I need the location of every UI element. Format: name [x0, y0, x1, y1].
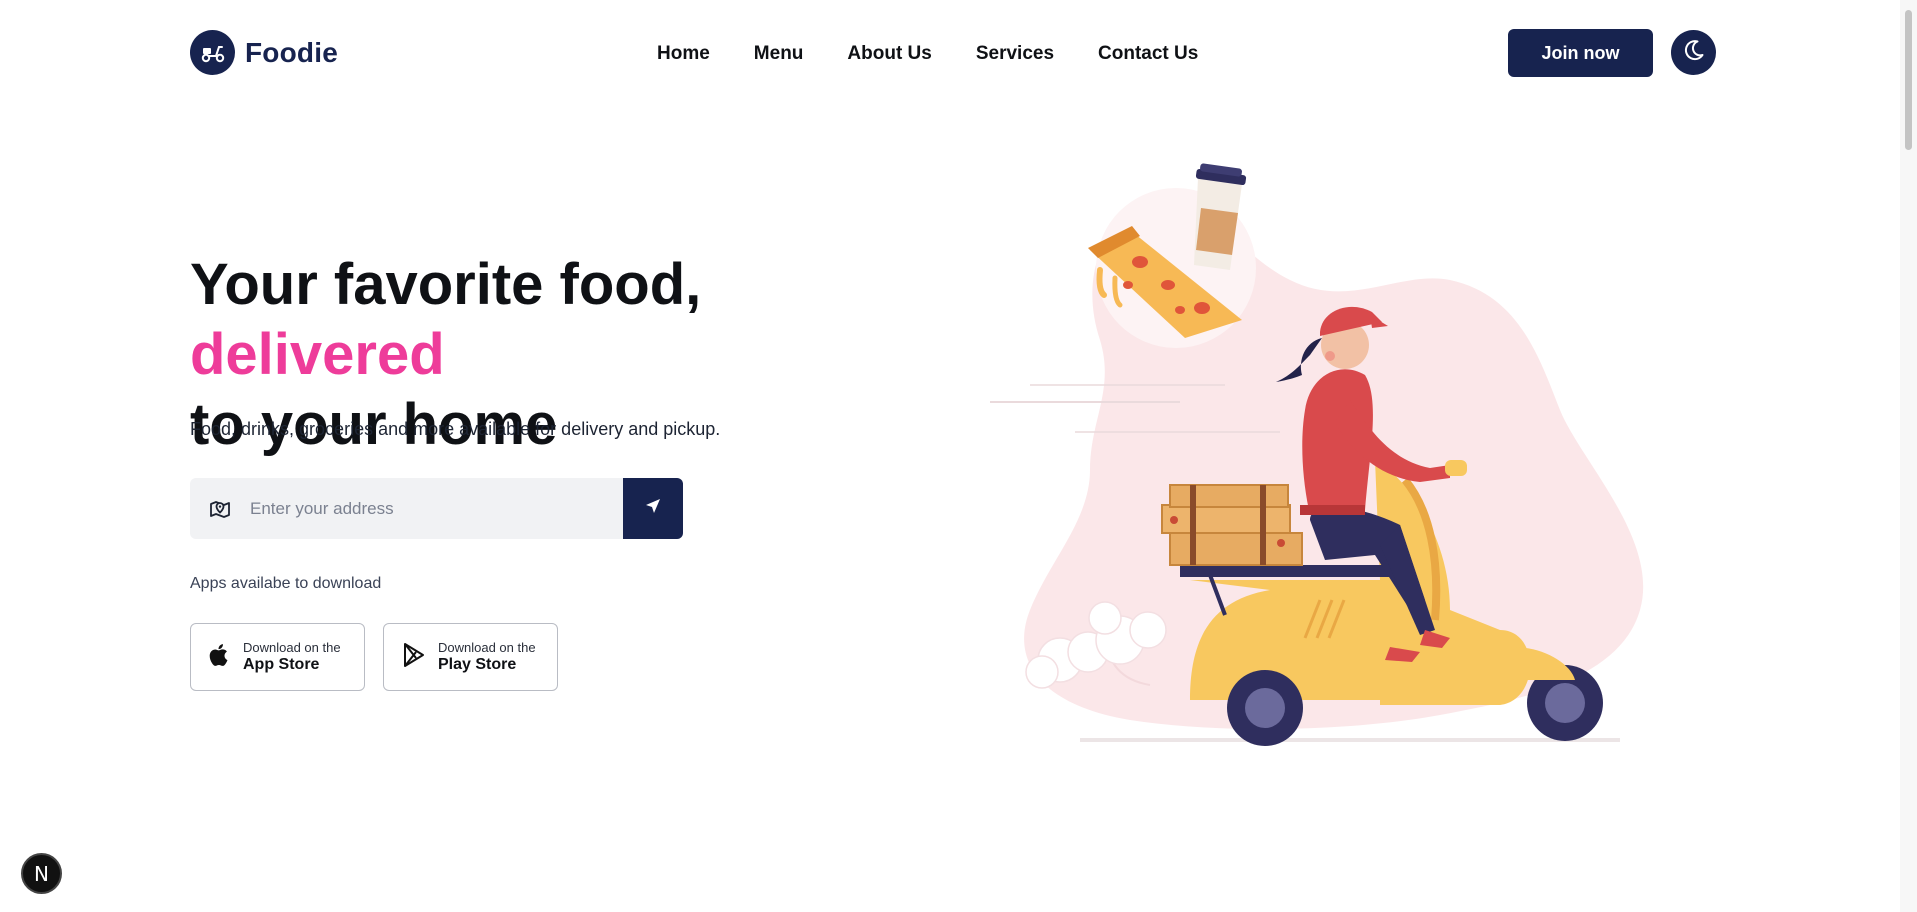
hero-title-part1: Your favorite food,	[190, 252, 702, 317]
navigation-arrow-icon	[643, 496, 663, 521]
brand-logo[interactable]: Foodie	[190, 30, 338, 75]
nav-services[interactable]: Services	[976, 43, 1054, 65]
address-input[interactable]	[250, 478, 623, 539]
theme-toggle-button[interactable]	[1671, 30, 1716, 75]
nav-about-us[interactable]: About Us	[847, 43, 931, 65]
delivery-illustration	[990, 163, 1644, 746]
nav-contact-us[interactable]: Contact Us	[1098, 43, 1198, 65]
play-store-icon	[402, 642, 426, 673]
nextjs-dev-badge[interactable]: N	[21, 853, 62, 894]
apple-icon	[209, 642, 231, 673]
pizza-boxes-illustration	[1161, 484, 1303, 566]
moon-icon	[1682, 38, 1706, 67]
locate-button[interactable]	[623, 478, 683, 539]
play-store-text: Download on the Play Store	[438, 639, 536, 673]
play-store-button[interactable]: Download on the Play Store	[383, 623, 558, 691]
app-store-button[interactable]: Download on the App Store	[190, 623, 365, 691]
nav-menu[interactable]: Menu	[754, 43, 804, 65]
join-now-button[interactable]: Join now	[1508, 29, 1653, 77]
hero-title-accent: delivered	[190, 322, 445, 387]
hero-subtitle: Food, drinks, groceries and more availab…	[190, 419, 721, 439]
main-nav: Home Menu About Us Services Contact Us	[657, 43, 1242, 65]
scrollbar-thumb[interactable]	[1905, 10, 1912, 150]
app-store-text: Download on the App Store	[243, 639, 341, 673]
page-scrollbar[interactable]	[1900, 0, 1917, 912]
map-pin-icon	[190, 497, 250, 521]
brand-name: Foodie	[245, 36, 338, 68]
nav-home[interactable]: Home	[657, 43, 710, 65]
apps-label: Apps availabe to download	[190, 575, 382, 592]
scooter-icon	[190, 30, 235, 75]
address-search	[190, 478, 683, 539]
